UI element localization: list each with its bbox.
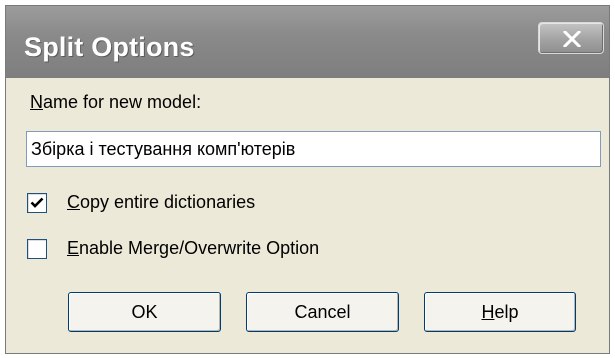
model-name-input[interactable] [26, 131, 601, 167]
checkmark-icon [30, 197, 44, 208]
copy-dictionaries-label[interactable]: Copy entire dictionaries [67, 192, 255, 213]
title-bar[interactable]: Split Options [6, 6, 609, 78]
close-button[interactable] [538, 22, 604, 54]
name-label-accelerator: N [30, 92, 43, 112]
name-field-label: Name for new model: [30, 92, 201, 113]
copy-dictionaries-checkbox[interactable] [27, 193, 47, 213]
copy-label-text: opy entire dictionaries [80, 192, 256, 212]
cancel-button[interactable]: Cancel [246, 292, 399, 332]
help-label-text: elp [494, 302, 519, 322]
enable-merge-checkbox[interactable] [27, 239, 47, 259]
help-accelerator: H [481, 302, 495, 322]
copy-label-accelerator: C [67, 192, 80, 212]
enable-merge-label[interactable]: Enable Merge/Overwrite Option [67, 238, 319, 259]
help-button[interactable]: Help [424, 292, 576, 332]
ok-button[interactable]: OK [68, 292, 221, 332]
merge-label-accelerator: E [67, 238, 80, 258]
name-label-text: ame for new model: [43, 92, 202, 112]
merge-label-text: nable Merge/Overwrite Option [79, 238, 320, 258]
close-icon [563, 31, 581, 47]
window-title: Split Options [24, 32, 195, 62]
split-options-dialog: Split Options Name for new model: Copy e… [5, 5, 610, 354]
